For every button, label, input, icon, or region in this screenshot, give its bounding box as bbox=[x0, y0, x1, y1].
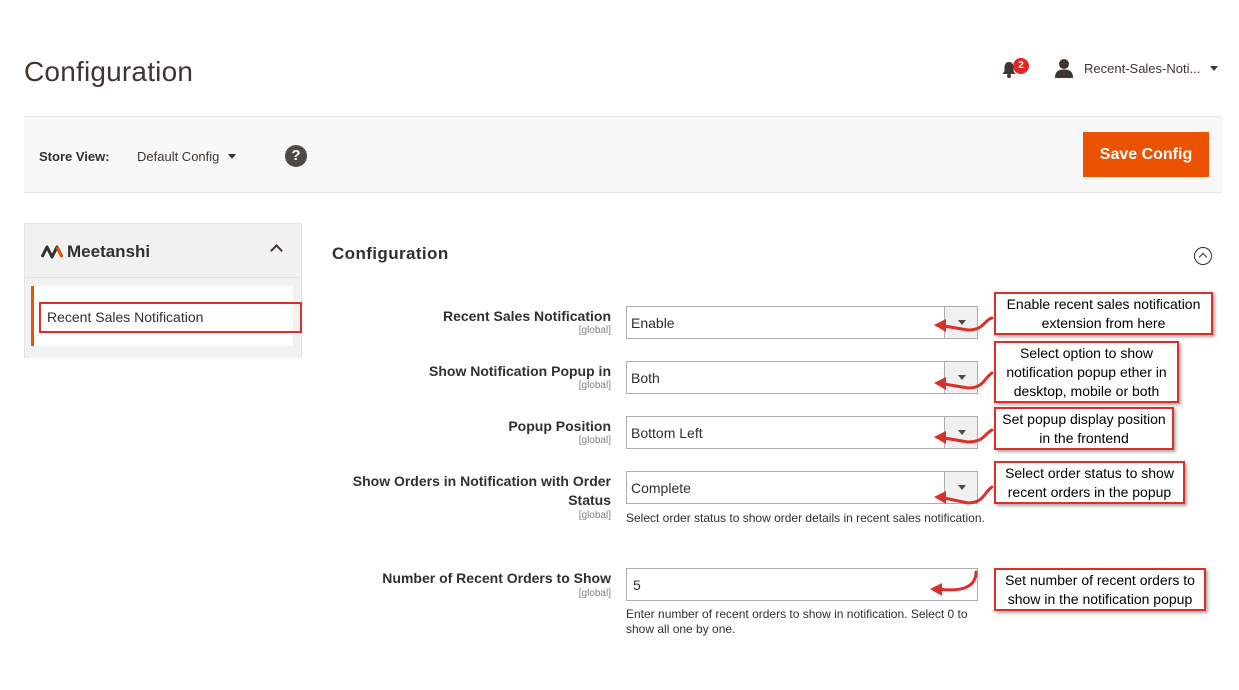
account-name: Recent-Sales-Noti... bbox=[1084, 60, 1201, 76]
field-label-recent-sales-notification: Recent Sales Notification bbox=[442, 308, 611, 324]
popup-position-select[interactable]: Bottom Left bbox=[626, 416, 978, 449]
select-value: Both bbox=[631, 370, 660, 386]
select-value: Enable bbox=[631, 315, 675, 331]
annotation-callout: Select order status to show recent order… bbox=[994, 461, 1185, 504]
scope-label: [global] bbox=[578, 588, 611, 599]
chevron-up-icon bbox=[270, 244, 283, 257]
scope-label: [global] bbox=[578, 380, 611, 391]
annotation-highlight-box bbox=[39, 302, 302, 333]
dropdown-arrow-icon bbox=[944, 417, 977, 448]
caret-down-icon bbox=[228, 154, 237, 159]
field-note-order-status: Select order status to show order detail… bbox=[626, 511, 985, 525]
brand-name: Meetanshi bbox=[67, 242, 151, 261]
dropdown-arrow-icon bbox=[944, 307, 977, 338]
store-view-switcher[interactable]: Default Config bbox=[137, 149, 237, 164]
field-label-order-status: Show Orders in Notification with Order S… bbox=[352, 473, 611, 508]
dropdown-arrow-icon bbox=[944, 362, 977, 393]
store-view-label: Store View: bbox=[39, 149, 110, 164]
scope-label: [global] bbox=[578, 510, 611, 521]
show-popup-in-select[interactable]: Both bbox=[626, 361, 978, 394]
scope-label: [global] bbox=[578, 435, 611, 446]
field-label-number-of-orders: Number of Recent Orders to Show bbox=[382, 570, 611, 586]
help-icon[interactable]: ? bbox=[285, 145, 307, 167]
field-label-popup-position: Popup Position bbox=[508, 418, 611, 434]
notifications-button[interactable]: 2 bbox=[1000, 58, 1030, 82]
annotation-callout: Set number of recent orders to show in t… bbox=[994, 568, 1206, 611]
collapse-section-icon[interactable] bbox=[1194, 247, 1212, 265]
order-status-select[interactable]: Complete bbox=[626, 471, 978, 504]
page-title: Configuration bbox=[24, 56, 194, 87]
sidebar-section-toggle[interactable]: Meetanshi bbox=[25, 224, 301, 278]
select-value: Complete bbox=[631, 480, 691, 496]
dropdown-arrow-icon bbox=[944, 472, 977, 503]
number-of-orders-input[interactable] bbox=[626, 568, 978, 601]
account-menu[interactable]: Recent-Sales-Noti... bbox=[1054, 57, 1219, 79]
caret-down-icon bbox=[1210, 65, 1219, 71]
field-note-number-of-orders: Enter number of recent orders to show in… bbox=[626, 607, 968, 636]
config-sidebar: Meetanshi Recent Sales Notification bbox=[24, 223, 302, 358]
field-label-show-popup-in: Show Notification Popup in bbox=[429, 363, 611, 379]
section-title: Configuration bbox=[332, 244, 449, 263]
save-config-button[interactable]: Save Config bbox=[1083, 132, 1209, 177]
annotation-callout: Enable recent sales notification extensi… bbox=[994, 292, 1213, 335]
select-value: Bottom Left bbox=[631, 425, 703, 441]
notification-count-badge: 2 bbox=[1013, 58, 1029, 74]
brand: Meetanshi bbox=[41, 242, 150, 262]
user-icon bbox=[1055, 59, 1073, 78]
recent-sales-notification-select[interactable]: Enable bbox=[626, 306, 978, 339]
annotation-callout: Set popup display position in the fronte… bbox=[994, 407, 1174, 450]
sidebar-footer bbox=[25, 346, 301, 358]
meetanshi-logo-icon bbox=[41, 245, 63, 259]
scope-label: [global] bbox=[578, 325, 611, 336]
store-view-bar: Store View: Default Config ? Save Config bbox=[24, 116, 1222, 193]
store-view-value: Default Config bbox=[137, 149, 220, 164]
annotation-callout: Select option to show notification popup… bbox=[994, 341, 1179, 403]
